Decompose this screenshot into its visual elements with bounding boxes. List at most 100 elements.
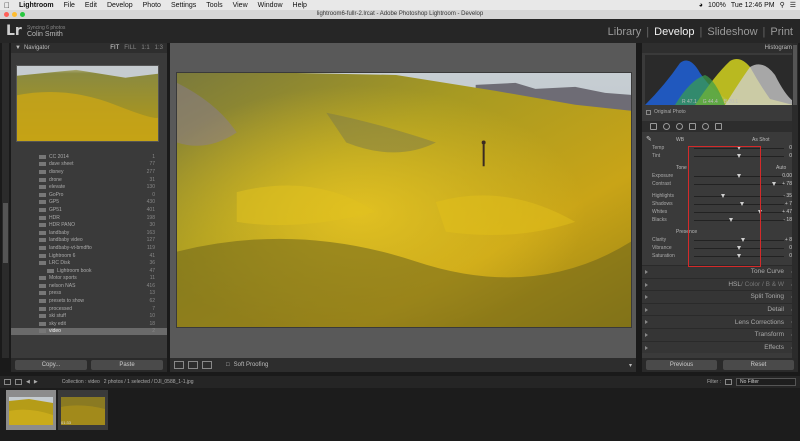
menu-edit[interactable]: Edit bbox=[80, 2, 102, 9]
back-arrow-icon[interactable]: ◀ bbox=[26, 379, 30, 385]
folder-item[interactable]: elevate 130 bbox=[11, 183, 167, 191]
zoom-window-button[interactable] bbox=[20, 12, 25, 17]
previous-button[interactable]: Previous bbox=[646, 360, 717, 370]
forward-arrow-icon[interactable]: ▶ bbox=[34, 379, 38, 385]
slider-value[interactable]: 0.00 bbox=[782, 173, 792, 179]
module-slideshow[interactable]: Slideshow bbox=[702, 26, 762, 38]
graduated-filter-icon[interactable] bbox=[689, 123, 696, 130]
folder-item[interactable]: processed 7 bbox=[11, 305, 167, 313]
filmstrip-selection[interactable]: 2 photos / 1 selected / DJI_0588_1-1.jpg bbox=[104, 379, 194, 385]
panel-effects[interactable]: Effects bbox=[642, 340, 798, 354]
original-photo-checkbox[interactable] bbox=[646, 109, 651, 115]
minimize-window-button[interactable] bbox=[12, 12, 17, 17]
menu-develop[interactable]: Develop bbox=[102, 2, 138, 9]
slider-value[interactable]: + 7 bbox=[785, 201, 792, 207]
folder-item[interactable]: nelson NAS 416 bbox=[11, 282, 167, 290]
slider-value[interactable]: + 47 bbox=[782, 209, 792, 215]
panel-transform[interactable]: Transform bbox=[642, 327, 798, 341]
menu-tools[interactable]: Tools bbox=[201, 2, 227, 9]
slider-value[interactable]: - 18 bbox=[783, 217, 792, 223]
folder-item[interactable]: Lightroom 6 41 bbox=[11, 252, 167, 260]
auto-tone-button[interactable]: Auto bbox=[776, 165, 786, 171]
original-photo-toggle[interactable]: Original Photo bbox=[646, 109, 686, 115]
clock[interactable]: Tue 12:46 PM bbox=[731, 2, 775, 9]
toolbar-menu-icon[interactable]: ▾ bbox=[629, 362, 636, 369]
filter-flag-icon[interactable] bbox=[725, 379, 732, 385]
zoom-fill[interactable]: FILL bbox=[124, 45, 136, 51]
panel-split-toning[interactable]: Split Toning bbox=[642, 290, 798, 303]
folder-item[interactable]: drone 31 bbox=[11, 176, 167, 184]
folder-item[interactable]: Lightroom book 47 bbox=[11, 267, 167, 275]
folder-item[interactable]: GP5 430 bbox=[11, 199, 167, 207]
zoom-1-3[interactable]: 1:3 bbox=[155, 45, 163, 51]
left-panel-scrollbar[interactable] bbox=[2, 43, 9, 358]
loupe-view-icon[interactable] bbox=[174, 361, 184, 369]
wb-value[interactable]: As Shot bbox=[752, 137, 770, 143]
apple-icon[interactable]:  bbox=[0, 1, 14, 10]
paste-button[interactable]: Paste bbox=[91, 360, 163, 370]
filmstrip-thumbnail[interactable]: 01:33 bbox=[58, 390, 108, 430]
folder-item[interactable]: Motor sports 11 bbox=[11, 275, 167, 283]
second-window-icon[interactable] bbox=[15, 379, 22, 385]
folder-item[interactable]: GP51 401 bbox=[11, 206, 167, 214]
filmstrip-source[interactable]: Collection : video bbox=[62, 379, 100, 385]
white-balance-picker-icon[interactable]: ✎ bbox=[646, 135, 652, 143]
close-window-button[interactable] bbox=[4, 12, 9, 17]
slider-knob[interactable] bbox=[772, 182, 777, 186]
folder-item-selected[interactable]: video 2 bbox=[11, 327, 167, 336]
folder-item[interactable]: CC 2014 1 bbox=[11, 153, 167, 161]
slider-value[interactable]: + 78 bbox=[782, 181, 792, 187]
folder-item[interactable]: landbaby video 127 bbox=[11, 237, 167, 245]
grid-view-icon[interactable] bbox=[4, 379, 11, 385]
radial-filter-icon[interactable] bbox=[702, 123, 709, 130]
adjustment-brush-icon[interactable] bbox=[715, 123, 722, 130]
folder-item[interactable]: GoPro 0 bbox=[11, 191, 167, 199]
navigator-preview[interactable] bbox=[16, 65, 159, 142]
histogram-graph[interactable] bbox=[645, 55, 793, 105]
search-icon[interactable]: ⚲ bbox=[780, 1, 785, 9]
zoom-fit[interactable]: FIT bbox=[110, 45, 119, 51]
menu-photo[interactable]: Photo bbox=[138, 2, 166, 9]
folder-item[interactable]: dave sheet 77 bbox=[11, 161, 167, 169]
menu-settings[interactable]: Settings bbox=[166, 2, 201, 9]
folder-item[interactable]: disney 277 bbox=[11, 168, 167, 176]
menu-window[interactable]: Window bbox=[253, 2, 288, 9]
menu-view[interactable]: View bbox=[228, 2, 253, 9]
menu-app-name[interactable]: Lightroom bbox=[14, 2, 59, 9]
crop-tool-icon[interactable] bbox=[650, 123, 657, 130]
before-after-icon[interactable] bbox=[188, 361, 198, 369]
navigator-header[interactable]: ▼ Navigator FIT FILL 1:1 1:3 bbox=[11, 43, 167, 53]
panel-label-extra[interactable]: / Color / B & W bbox=[741, 281, 784, 288]
menu-help[interactable]: Help bbox=[288, 2, 312, 9]
slider-value[interactable]: - 35 bbox=[783, 193, 792, 199]
module-develop[interactable]: Develop bbox=[649, 26, 699, 38]
compare-icon[interactable] bbox=[202, 361, 212, 369]
wifi-icon[interactable]: ◕ bbox=[699, 2, 703, 9]
panel-lens-corrections[interactable]: Lens Corrections bbox=[642, 315, 798, 328]
folder-item[interactable]: HDR PANO 30 bbox=[11, 221, 167, 229]
main-photo[interactable] bbox=[176, 72, 632, 328]
folder-item[interactable]: landbaby-vt-bmdfto 119 bbox=[11, 244, 167, 252]
folder-item[interactable]: presets to show 62 bbox=[11, 297, 167, 305]
copy-button[interactable]: Copy... bbox=[15, 360, 87, 370]
folder-item[interactable]: landbaby 163 bbox=[11, 229, 167, 237]
zoom-1-1[interactable]: 1:1 bbox=[141, 45, 149, 51]
battery-label[interactable]: 100% bbox=[708, 2, 726, 9]
soft-proofing-checkbox[interactable]: □ bbox=[226, 362, 230, 368]
menu-list-icon[interactable]: ☰ bbox=[790, 1, 796, 9]
folder-item[interactable]: ski stuff 10 bbox=[11, 312, 167, 320]
slider-value[interactable]: + 8 bbox=[785, 237, 792, 243]
filter-dropdown[interactable]: No Filter bbox=[736, 378, 796, 386]
folder-item[interactable]: sky edit 18 bbox=[11, 320, 167, 328]
module-print[interactable]: Print bbox=[765, 26, 798, 38]
panel-hsl[interactable]: HSL / Color / B & W bbox=[642, 277, 798, 291]
panel-detail[interactable]: Detail bbox=[642, 302, 798, 316]
spot-removal-icon[interactable] bbox=[663, 123, 670, 130]
module-library[interactable]: Library bbox=[603, 26, 647, 38]
reset-button[interactable]: Reset bbox=[723, 360, 794, 370]
filmstrip-thumbnail-selected[interactable] bbox=[6, 390, 56, 430]
folder-item[interactable]: press 13 bbox=[11, 290, 167, 298]
right-panel-scrollbar[interactable] bbox=[792, 43, 798, 358]
scrollbar-thumb[interactable] bbox=[793, 45, 797, 105]
folder-item[interactable]: LRC Disk 36 bbox=[11, 259, 167, 267]
